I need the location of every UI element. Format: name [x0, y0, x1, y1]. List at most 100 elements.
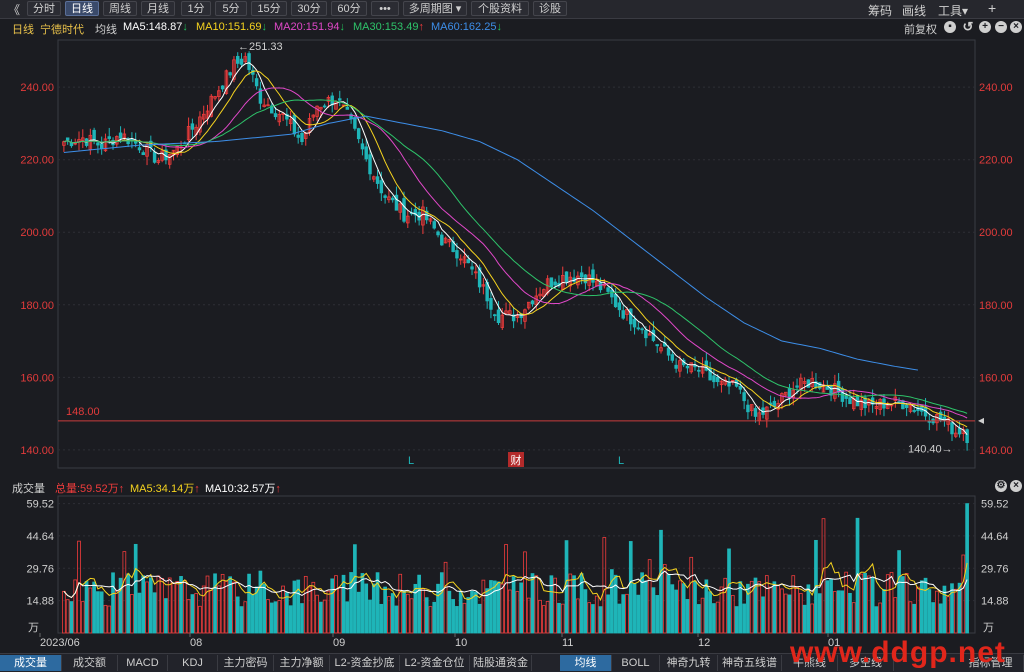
volume-bar [353, 544, 357, 634]
volume-bar [235, 596, 240, 634]
tab-60min[interactable]: 60分 [331, 1, 367, 16]
candle-body [353, 117, 357, 129]
tab-9[interactable]: 均线 [560, 655, 612, 671]
tab-0[interactable]: 成交量 [0, 655, 62, 671]
tab-daily[interactable]: 日线 [65, 1, 99, 16]
candle-body [239, 58, 244, 65]
volume-bar [768, 586, 773, 634]
collapse-icon[interactable]: 《 [8, 1, 20, 18]
volume-bar [62, 590, 66, 634]
volume-bar [251, 593, 255, 634]
candle-body [844, 395, 848, 399]
more-periods-button[interactable]: ••• [371, 1, 399, 16]
candle-body [644, 329, 648, 339]
volume-bar [201, 585, 206, 634]
volume-bar [205, 575, 210, 634]
volume-bar [912, 603, 917, 634]
candle-body [322, 105, 327, 108]
tab-2[interactable]: MACD [118, 655, 168, 671]
tab-3[interactable]: KDJ [168, 655, 218, 671]
candle-body [338, 98, 342, 101]
volume-bar [130, 594, 134, 634]
stock-info-button[interactable]: 个股资料 [471, 1, 529, 16]
volume-bar [216, 585, 221, 634]
tab-5[interactable]: 主力净额 [274, 655, 330, 671]
volume-unit-label: 万 [983, 622, 994, 634]
volume-bar [519, 582, 524, 634]
volume-tick-label: 14.88 [981, 596, 1009, 608]
volume-bar [107, 605, 112, 634]
volume-bar [598, 606, 603, 634]
tab-1[interactable]: 成交额 [62, 655, 118, 671]
tab-7[interactable]: L2-资金仓位 [400, 655, 470, 671]
volume-bar [625, 593, 629, 634]
undo-icon[interactable]: ↺ [962, 20, 974, 33]
volume-bar [802, 604, 807, 634]
volume-bar [356, 591, 361, 634]
volume-bar [833, 591, 837, 634]
candle-body [440, 234, 444, 246]
tab-30min[interactable]: 30分 [291, 1, 327, 16]
volume-bar [220, 573, 225, 634]
restore-right-dropdown[interactable]: 前复权 [904, 21, 937, 37]
candle-body [296, 134, 300, 138]
event-marker-l: L [618, 455, 624, 467]
volume-bar [572, 575, 576, 634]
candle-body [292, 114, 297, 135]
volume-bar [825, 580, 830, 634]
tab-8[interactable]: 陆股通资金 [470, 655, 532, 671]
tab-15min[interactable]: 15分 [251, 1, 287, 16]
tab-1min[interactable]: 1分 [181, 1, 211, 16]
tab-intraday[interactable]: 分时 [27, 1, 61, 16]
tab-4[interactable]: 主力密码 [218, 655, 274, 671]
tab-5min[interactable]: 5分 [215, 1, 247, 16]
volume-bar [587, 602, 592, 634]
candle-body [402, 198, 406, 222]
tab-12[interactable]: 神奇五线谱 [718, 655, 782, 671]
zoom-out-icon[interactable]: − [995, 21, 1007, 33]
draw-button[interactable]: 画线 [902, 2, 926, 19]
kline-chart[interactable]: 240.00 220.00 200.00 180.00 160.00 140.00 240… [0, 36, 1024, 478]
lock-icon[interactable]: ▪ [944, 21, 956, 33]
multi-period-button[interactable]: 多周期图 ▾ [403, 1, 467, 16]
tools-button[interactable]: 工具▾ [938, 2, 968, 19]
volume-bar [526, 597, 531, 634]
zoom-in-icon[interactable]: + [979, 21, 991, 33]
volume-bar [152, 592, 157, 634]
volume-bar [148, 577, 153, 634]
tab-6[interactable]: L2-资金抄底 [330, 655, 400, 671]
volume-bar [938, 603, 943, 634]
tab-10[interactable]: BOLL [612, 655, 660, 671]
volume-chart[interactable]: 59.52 59.52 44.64 44.64 29.76 29.76 14.88 14.88… [0, 494, 1024, 654]
volume-bar [681, 583, 686, 634]
dropdown-arrow-icon: ▾ [455, 3, 462, 15]
volume-bar [538, 599, 542, 634]
volume-bar [678, 580, 682, 634]
volume-bar [387, 596, 391, 634]
add-icon[interactable]: + [988, 0, 996, 16]
candle-body [621, 310, 625, 319]
settings-icon[interactable]: ⚙ [995, 480, 1007, 492]
tab-11[interactable]: 神奇九转 [660, 655, 718, 671]
chips-button[interactable]: 筹码 [868, 2, 892, 19]
diagnose-button[interactable]: 诊股 [533, 1, 567, 16]
volume-close-icon[interactable]: × [1010, 480, 1022, 492]
close-icon[interactable]: × [1010, 21, 1022, 33]
volume-bar [285, 592, 289, 634]
candle-body [470, 266, 474, 270]
volume-bar [606, 594, 610, 634]
volume-bar [549, 575, 554, 634]
candle-body [383, 195, 387, 198]
volume-bar [715, 601, 720, 634]
stock-name[interactable]: 宁德时代 [40, 21, 84, 37]
volume-bar [628, 541, 633, 634]
price-tick-label: 240.00 [20, 82, 54, 94]
ma-label[interactable]: 均线 [95, 21, 117, 37]
candle-body [753, 408, 758, 417]
candle-body [137, 147, 142, 151]
volume-bar [224, 580, 229, 634]
volume-unit-label: 万 [28, 622, 39, 634]
high-annotation: ←251.33 [238, 41, 283, 53]
tab-weekly[interactable]: 周线 [103, 1, 137, 16]
tab-monthly[interactable]: 月线 [141, 1, 175, 16]
